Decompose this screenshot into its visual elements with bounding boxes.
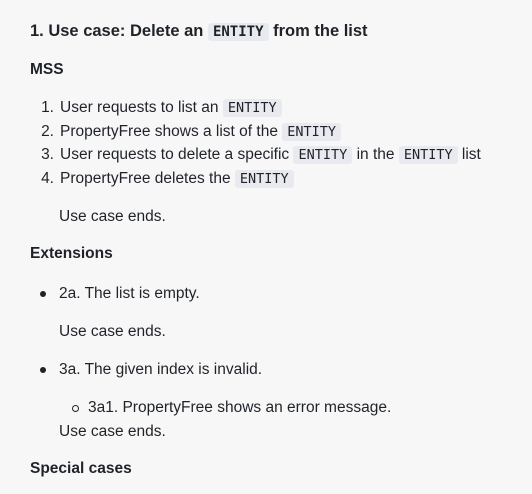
bullet-icon: [40, 291, 46, 297]
step-text: list: [461, 146, 481, 163]
extension-2a-end: Use case ends.: [59, 323, 166, 340]
use-case-heading: 1. Use case: Delete an ENTITY from the l…: [30, 22, 368, 41]
special-cases-heading: Special cases: [30, 460, 132, 477]
entity-code: ENTITY: [282, 123, 342, 141]
step-text: User requests to delete a specific: [60, 146, 290, 163]
step-text: in the: [356, 146, 395, 163]
extension-item-2a: 2a. The list is empty.: [59, 285, 200, 302]
mss-heading: MSS: [30, 61, 64, 78]
entity-code: ENTITY: [234, 170, 294, 188]
mss-step-1: 1. User requests to list an ENTITY: [26, 97, 282, 119]
step-number: 1.: [41, 99, 54, 116]
step-number: 4.: [41, 170, 54, 187]
step-number: 2.: [41, 123, 54, 140]
step-text: PropertyFree deletes the: [60, 170, 231, 187]
mss-end-text: Use case ends.: [59, 208, 166, 225]
mss-step-3: 3. User requests to delete a specific ENT…: [26, 144, 481, 166]
document-page: 1. Use case: Delete an ENTITY from the l…: [0, 0, 532, 494]
mss-step-2: 2. PropertyFree shows a list of the ENTIT…: [26, 121, 342, 143]
heading-entity-code: ENTITY: [207, 23, 269, 41]
extension-item-3a1: 3a1. PropertyFree shows an error message…: [88, 399, 392, 416]
sub-bullet-icon: [72, 405, 79, 412]
bullet-icon: [40, 367, 46, 373]
extension-item-3a: 3a. The given index is invalid.: [59, 361, 263, 378]
extension-3a-end: Use case ends.: [59, 423, 166, 440]
heading-suffix: from the list: [273, 22, 368, 40]
mss-step-4: 4. PropertyFree deletes the ENTITY: [26, 168, 294, 190]
entity-code: ENTITY: [222, 99, 282, 117]
entity-code: ENTITY: [398, 146, 458, 164]
step-text: PropertyFree shows a list of the: [60, 123, 278, 140]
entity-code: ENTITY: [293, 146, 353, 164]
step-text: User requests to list an: [60, 99, 219, 116]
step-number: 3.: [41, 146, 54, 163]
heading-prefix: 1. Use case: Delete an: [30, 22, 204, 40]
extensions-heading: Extensions: [30, 245, 113, 262]
